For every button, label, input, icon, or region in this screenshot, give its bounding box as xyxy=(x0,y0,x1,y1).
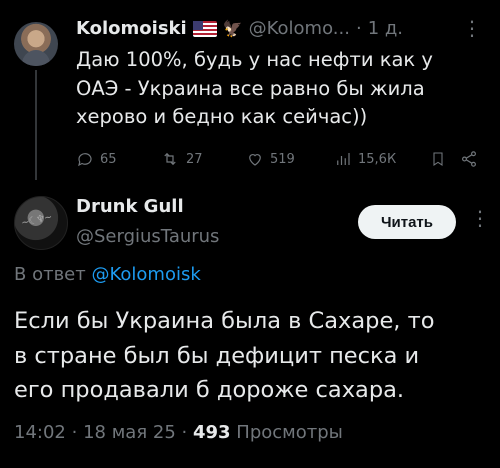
reply-author-name[interactable]: Drunk Gull xyxy=(76,196,184,217)
avatar-drunk-gull[interactable]: ~☾♆~ xyxy=(14,196,68,250)
separator-dot: · xyxy=(355,18,362,39)
author-handle[interactable]: @Kolomo... xyxy=(249,18,350,39)
views-button[interactable]: 15,6К xyxy=(334,150,396,168)
retweet-count: 27 xyxy=(186,151,203,167)
avatar-graphic: ~☾♆~ xyxy=(20,211,53,230)
avatar-kolomoiski[interactable] xyxy=(14,22,58,66)
tweet-meta: 14:02 · 18 мая 25 · 493 Просмотры xyxy=(14,422,343,443)
reply-author-handle[interactable]: @SergiusTaurus xyxy=(76,226,219,247)
parent-header: Kolomoiski 🦅 @Kolomo... · 1 д. xyxy=(76,18,403,39)
reply-count: 65 xyxy=(100,151,117,167)
more-options-icon[interactable]: ⋮ xyxy=(470,206,490,230)
views-count: 493 xyxy=(192,422,231,443)
separator-dot: · xyxy=(71,422,78,443)
like-button[interactable]: 519 xyxy=(246,150,295,168)
views-icon xyxy=(337,153,350,165)
tweet-time[interactable]: 1 д. xyxy=(368,18,403,39)
reply-tweet-text: Если бы Украина была в Сахаре, то в стра… xyxy=(14,308,435,403)
follow-button[interactable]: Читать xyxy=(358,205,456,239)
retweet-icon xyxy=(164,152,176,166)
tweet-actions: 65 27 519 15,6К xyxy=(76,150,486,174)
reply-to-prefix: В ответ xyxy=(14,264,86,285)
reply-icon xyxy=(78,153,92,167)
share-icon xyxy=(462,151,476,167)
parent-tweet-text: Даю 100%, будь у нас нефти как у ОАЭ - У… xyxy=(76,48,433,128)
bookmark-button[interactable] xyxy=(430,150,446,168)
bookmark-icon xyxy=(433,152,443,166)
views-count: 15,6К xyxy=(358,151,397,167)
thread-line xyxy=(35,70,37,180)
more-options-icon[interactable]: ⋮ xyxy=(462,16,482,40)
reply-to-line: В ответ @Kolomoisk xyxy=(14,264,201,285)
flag-usa-icon xyxy=(192,20,217,37)
tweet-date[interactable]: 18 мая 25 xyxy=(83,422,176,443)
share-button[interactable] xyxy=(460,150,478,168)
views-label: Просмотры xyxy=(236,422,343,443)
separator-dot: · xyxy=(181,422,188,443)
eagle-icon: 🦅 xyxy=(222,19,243,38)
tweet-time[interactable]: 14:02 xyxy=(14,422,66,443)
like-count: 519 xyxy=(270,151,295,167)
author-name[interactable]: Kolomoiski xyxy=(76,18,187,39)
reply-to-handle-link[interactable]: @Kolomoisk xyxy=(91,264,200,285)
reply-button[interactable]: 65 xyxy=(76,150,117,168)
like-icon xyxy=(249,154,261,166)
retweet-button[interactable]: 27 xyxy=(160,150,203,168)
